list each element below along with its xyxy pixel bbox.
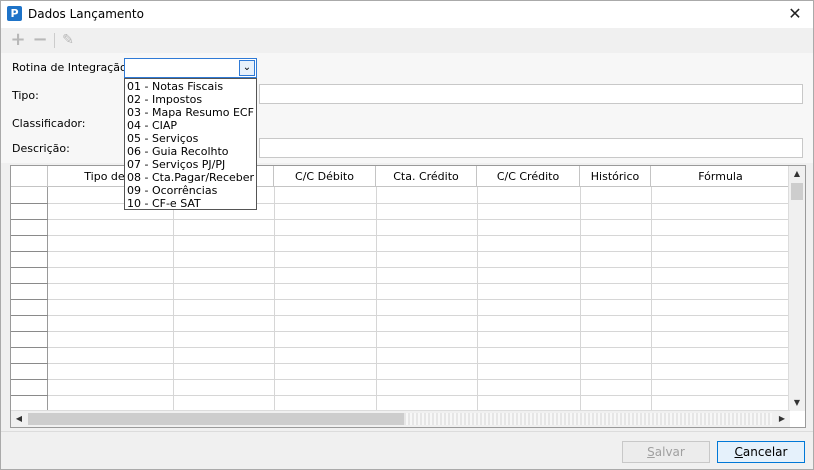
dialog-window: P Dados Lançamento ✕ + − ✎ Rotina de Int… (0, 0, 814, 470)
table-row[interactable] (11, 219, 790, 220)
horizontal-scrollbar[interactable]: ◀ ▶ (11, 410, 790, 427)
table-row[interactable] (11, 379, 790, 380)
row-indicator-divider (11, 251, 48, 252)
scroll-right-icon[interactable]: ▶ (774, 411, 790, 427)
classificador-label: Classificador: (12, 117, 86, 130)
table-row[interactable] (11, 235, 790, 236)
row-indicator-divider (11, 235, 48, 236)
scroll-left-icon[interactable]: ◀ (11, 411, 27, 427)
save-label-rest: alvar (654, 445, 685, 459)
dropdown-option[interactable]: 04 - CIAP (126, 119, 255, 132)
row-indicator-divider (11, 379, 48, 380)
dropdown-option[interactable]: 05 - Serviços (126, 132, 255, 145)
dropdown-option[interactable]: 09 - Ocorrências (126, 184, 255, 197)
column-header-cc-debito[interactable]: C/C Débito (274, 166, 376, 187)
row-indicator-divider (11, 267, 48, 268)
table-row[interactable] (11, 283, 790, 284)
tipo-field[interactable] (259, 84, 803, 104)
row-indicator-divider (11, 219, 48, 220)
row-indicator-divider (11, 347, 48, 348)
close-button[interactable]: ✕ (779, 1, 811, 27)
vertical-scroll-thumb[interactable] (791, 183, 803, 200)
row-indicator-divider (11, 395, 48, 396)
table-row[interactable] (11, 347, 790, 348)
minus-icon[interactable]: − (31, 31, 49, 49)
row-indicator-header (11, 166, 48, 187)
table-row[interactable] (11, 299, 790, 300)
save-accelerator: S (647, 445, 655, 459)
horizontal-scroll-thumb[interactable] (28, 413, 404, 425)
rotina-integracao-select[interactable]: ⌄ (124, 58, 257, 78)
table-row[interactable] (11, 363, 790, 364)
descricao-field[interactable] (259, 138, 803, 158)
chevron-down-icon[interactable]: ⌄ (239, 60, 255, 76)
cancel-accelerator: C (734, 445, 743, 459)
close-icon: ✕ (788, 4, 802, 23)
scroll-up-icon[interactable]: ▲ (789, 166, 805, 182)
dropdown-option[interactable]: 01 - Notas Fiscais (126, 80, 255, 93)
row-indicator-divider (11, 299, 48, 300)
row-indicator-divider (11, 203, 48, 204)
rotina-label: Rotina de Integração: (12, 61, 131, 74)
dropdown-option[interactable]: 10 - CF-e SAT (126, 197, 255, 210)
footer-divider (1, 431, 813, 432)
app-logo-icon: P (7, 6, 22, 21)
toolbar-separator (54, 33, 55, 48)
vertical-scrollbar[interactable]: ▲ ▼ (788, 166, 805, 411)
plus-icon[interactable]: + (9, 31, 27, 49)
dropdown-option[interactable]: 02 - Impostos (126, 93, 255, 106)
table-row[interactable] (11, 331, 790, 332)
column-header-formula[interactable]: Fórmula (651, 166, 790, 187)
pencil-icon[interactable]: ✎ (59, 31, 77, 49)
row-indicator-divider (11, 363, 48, 364)
rotina-dropdown-list[interactable]: 01 - Notas Fiscais 02 - Impostos 03 - Ma… (124, 78, 257, 210)
table-row[interactable] (11, 395, 790, 396)
title-bar: P Dados Lançamento ✕ (1, 1, 813, 28)
table-row[interactable] (11, 315, 790, 316)
dropdown-option[interactable]: 03 - Mapa Resumo ECF (126, 106, 255, 119)
table-row[interactable] (11, 267, 790, 268)
horizontal-scroll-track[interactable] (404, 413, 772, 425)
save-button[interactable]: Salvar (622, 441, 710, 463)
row-indicator-divider (11, 283, 48, 284)
dropdown-option[interactable]: 06 - Guia Recolhto (126, 145, 255, 158)
scroll-down-icon[interactable]: ▼ (789, 395, 805, 411)
cancel-button[interactable]: Cancelar (717, 441, 805, 463)
column-header-cc-credito[interactable]: C/C Crédito (477, 166, 580, 187)
descricao-label: Descrição: (12, 142, 70, 155)
window-title: Dados Lançamento (28, 7, 144, 21)
cancel-label-rest: ancelar (742, 445, 788, 459)
column-header-historico[interactable]: Histórico (580, 166, 651, 187)
column-header-cta-credito[interactable]: Cta. Crédito (376, 166, 477, 187)
tipo-label: Tipo: (12, 89, 39, 102)
row-indicator-divider (11, 315, 48, 316)
dropdown-option[interactable]: 08 - Cta.Pagar/Receber (126, 171, 255, 184)
dropdown-option[interactable]: 07 - Serviços PJ/PJ (126, 158, 255, 171)
table-row[interactable] (11, 251, 790, 252)
row-indicator-divider (11, 331, 48, 332)
